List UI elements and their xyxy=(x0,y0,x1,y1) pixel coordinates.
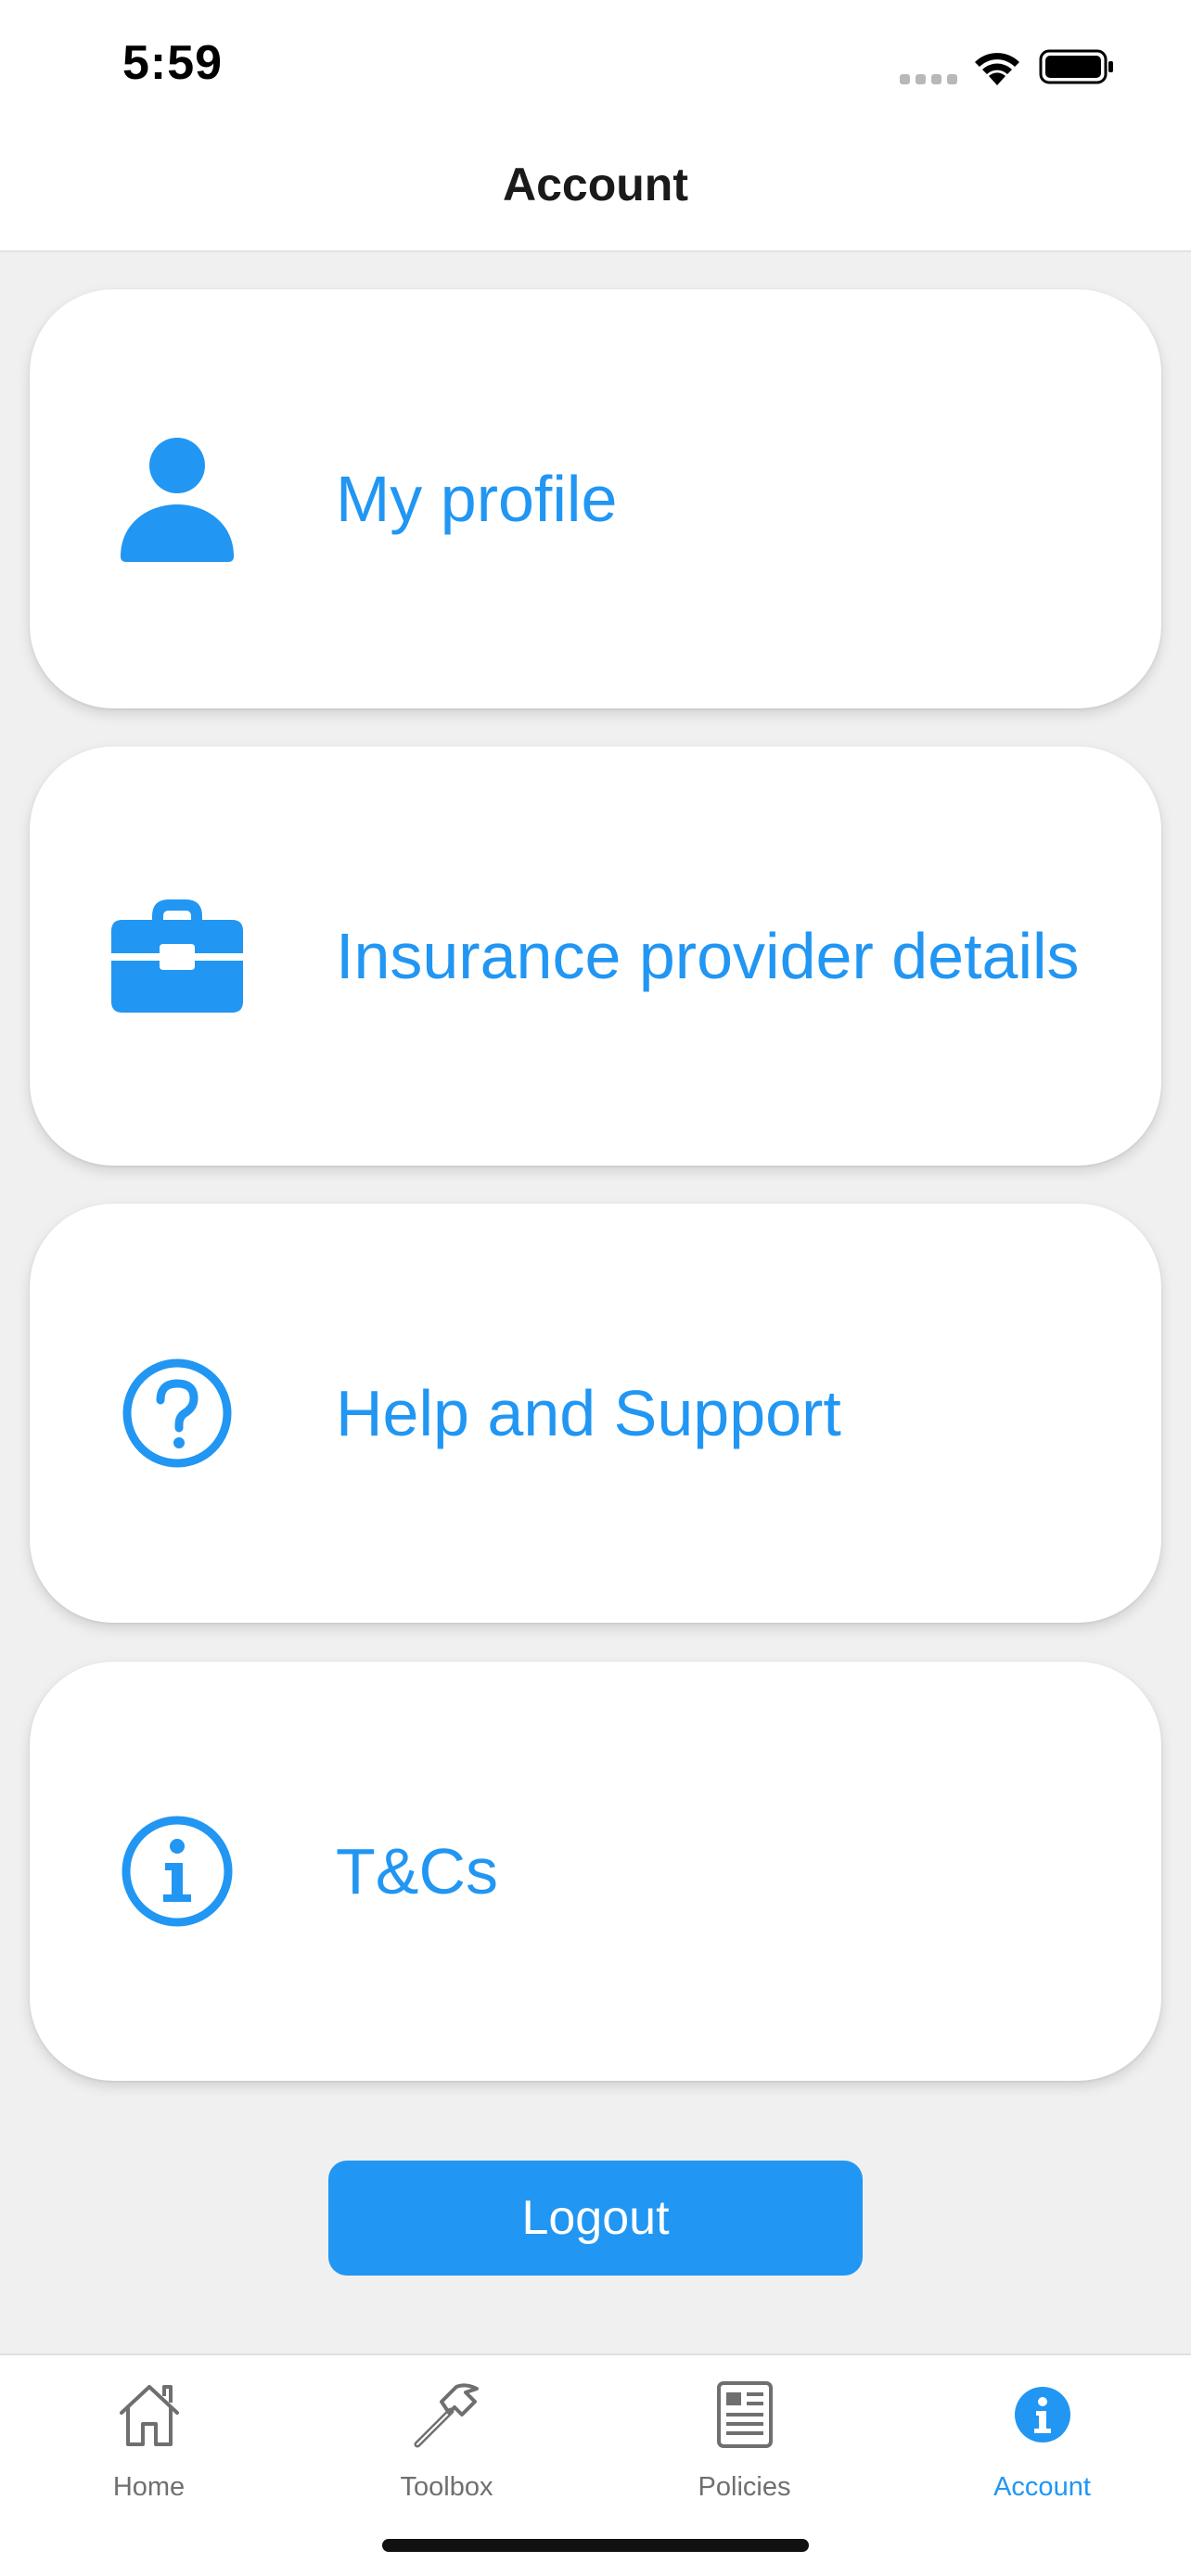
account-screen: 5:59 Account My profile Insurance provid… xyxy=(0,0,1191,2576)
tab-toolbox-label: Toolbox xyxy=(400,2472,493,2502)
insurance-provider-card[interactable]: Insurance provider details xyxy=(30,746,1161,1166)
hammer-icon xyxy=(414,2383,479,2448)
home-icon xyxy=(119,2385,179,2446)
status-time: 5:59 xyxy=(122,36,224,90)
help-support-label: Help and Support xyxy=(336,1377,841,1449)
home-indicator xyxy=(382,2539,809,2552)
info-circle-icon xyxy=(1014,2387,1070,2442)
tab-account[interactable]: Account xyxy=(893,2374,1191,2531)
help-circle-icon xyxy=(108,1344,247,1483)
person-icon xyxy=(108,429,247,568)
terms-card[interactable]: T&Cs xyxy=(30,1662,1161,2081)
tab-policies[interactable]: Policies xyxy=(596,2374,893,2531)
my-profile-card[interactable]: My profile xyxy=(30,289,1161,708)
tab-policies-label: Policies xyxy=(698,2472,791,2502)
tab-toolbox[interactable]: Toolbox xyxy=(298,2374,596,2531)
tab-home[interactable]: Home xyxy=(0,2374,298,2531)
terms-label: T&Cs xyxy=(336,1835,498,1907)
battery-icon xyxy=(1039,49,1113,84)
page-title: Account xyxy=(503,159,688,210)
newspaper-icon xyxy=(716,2381,773,2448)
my-profile-label: My profile xyxy=(336,463,618,535)
cellular-signal-icon xyxy=(900,74,959,85)
tab-account-label: Account xyxy=(993,2472,1091,2502)
briefcase-icon xyxy=(108,886,247,1026)
tab-home-label: Home xyxy=(112,2472,186,2502)
wifi-icon xyxy=(975,53,1019,85)
help-support-card[interactable]: Help and Support xyxy=(30,1204,1161,1623)
logout-button[interactable]: Logout xyxy=(328,2161,863,2276)
info-circle-icon xyxy=(108,1802,247,1941)
insurance-provider-label: Insurance provider details xyxy=(336,920,1080,992)
header-bar: 5:59 Account xyxy=(0,0,1191,252)
